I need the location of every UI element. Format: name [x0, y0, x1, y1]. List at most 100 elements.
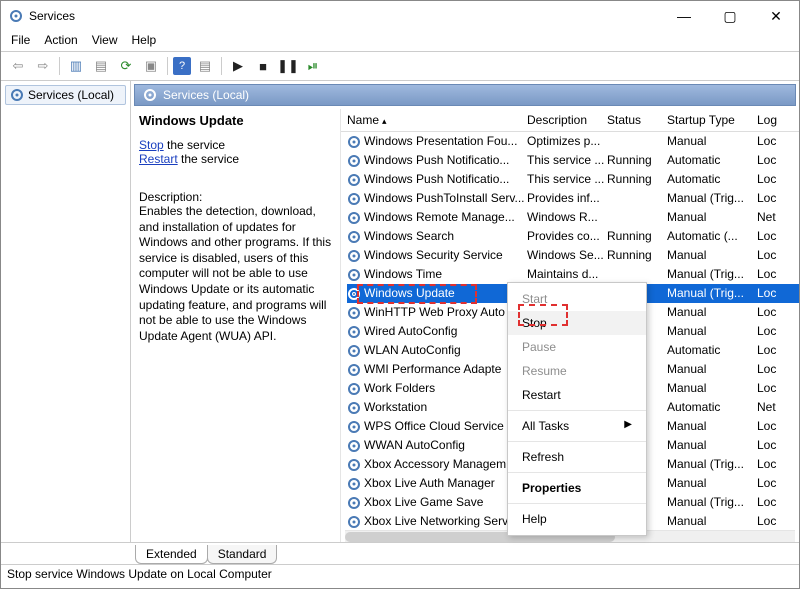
menu-start: Start [508, 287, 646, 311]
gear-icon [347, 154, 361, 168]
back-button[interactable]: ⇦ [7, 55, 29, 77]
service-row[interactable]: Windows SearchProvides co...RunningAutom… [347, 227, 799, 246]
pause-service-button[interactable]: ❚❚ [277, 55, 299, 77]
show-hide-tree-button[interactable]: ▥ [65, 55, 87, 77]
gear-icon [347, 268, 361, 282]
status-text: Stop service Windows Update on Local Com… [7, 567, 272, 581]
help-button[interactable]: ? [173, 57, 191, 75]
close-button[interactable]: ✕ [753, 1, 799, 31]
service-desc: Windows Se... [527, 246, 607, 265]
gear-icon [347, 420, 361, 434]
service-startup: Manual (Trig... [667, 189, 757, 208]
service-name: Windows Time [364, 265, 442, 284]
service-row[interactable]: Windows Push Notificatio...This service … [347, 151, 799, 170]
col-description[interactable]: Description [527, 113, 607, 127]
properties-button[interactable]: ▣ [140, 55, 162, 77]
menu-bar: File Action View Help [1, 31, 799, 52]
export-list-button[interactable]: ▤ [90, 55, 112, 77]
service-name: Windows Remote Manage... [364, 208, 515, 227]
restart-link[interactable]: Restart [139, 152, 178, 166]
service-status [607, 189, 667, 208]
service-name: Xbox Live Game Save [364, 493, 483, 512]
description-label: Description: [139, 190, 332, 204]
menu-properties[interactable]: Properties [508, 476, 646, 500]
service-startup: Automatic [667, 151, 757, 170]
tab-extended[interactable]: Extended [135, 545, 208, 564]
service-name: Workstation [364, 398, 427, 417]
menu-restart[interactable]: Restart [508, 383, 646, 407]
service-logon: Net [757, 208, 797, 227]
service-logon: Loc [757, 151, 797, 170]
minimize-button[interactable]: — [661, 1, 707, 31]
restart-suffix: the service [178, 152, 239, 166]
col-startup[interactable]: Startup Type [667, 113, 757, 127]
panel-header: Services (Local) [134, 84, 796, 106]
service-desc: Provides co... [527, 227, 607, 246]
service-startup: Manual [667, 474, 757, 493]
service-row[interactable]: Windows Security ServiceWindows Se...Run… [347, 246, 799, 265]
menu-pause: Pause [508, 335, 646, 359]
start-service-button[interactable]: ▶ [227, 55, 249, 77]
right-panel: Services (Local) Windows Update Stop the… [131, 81, 799, 542]
col-name[interactable]: Name▴ [347, 113, 527, 127]
menu-help[interactable]: Help [508, 507, 646, 531]
menu-view[interactable]: View [92, 33, 118, 47]
service-status: Running [607, 246, 667, 265]
service-logon: Loc [757, 417, 797, 436]
service-desc: Windows R... [527, 208, 607, 227]
service-name: WLAN AutoConfig [364, 341, 461, 360]
service-logon: Loc [757, 322, 797, 341]
stop-link[interactable]: Stop [139, 138, 164, 152]
tree-panel: Services (Local) [1, 81, 131, 542]
gear-icon [347, 306, 361, 320]
sort-asc-icon: ▴ [382, 116, 387, 126]
restart-service-button[interactable]: ⏯ [302, 55, 324, 77]
tab-standard[interactable]: Standard [207, 545, 278, 564]
menu-file[interactable]: File [11, 33, 30, 47]
col-logon[interactable]: Log [757, 113, 797, 127]
service-row[interactable]: Windows Presentation Fou...Optimizes p..… [347, 132, 799, 151]
stop-service-button[interactable]: ■ [252, 55, 274, 77]
window-title: Services [29, 9, 75, 23]
gear-icon [347, 477, 361, 491]
service-name: WMI Performance Adapte [364, 360, 501, 379]
panel-header-label: Services (Local) [163, 88, 249, 102]
maximize-button[interactable]: ▢ [707, 1, 753, 31]
gear-icon [10, 88, 24, 102]
title-bar: Services — ▢ ✕ [1, 1, 799, 31]
service-row[interactable]: Windows PushToInstall Serv...Provides in… [347, 189, 799, 208]
gear-icon [143, 88, 157, 102]
service-row[interactable]: Windows Remote Manage...Windows R...Manu… [347, 208, 799, 227]
service-logon: Loc [757, 246, 797, 265]
service-status: Running [607, 151, 667, 170]
service-name: Xbox Live Auth Manager [364, 474, 495, 493]
gear-icon [347, 287, 361, 301]
refresh-button[interactable]: ⟳ [115, 55, 137, 77]
service-name: WinHTTP Web Proxy Auto [364, 303, 505, 322]
forward-button[interactable]: ⇨ [32, 55, 54, 77]
service-desc: This service ... [527, 151, 607, 170]
tree-root-services-local[interactable]: Services (Local) [5, 85, 126, 105]
service-startup: Manual [667, 360, 757, 379]
service-startup: Manual [667, 512, 757, 530]
menu-help[interactable]: Help [132, 33, 157, 47]
menu-action[interactable]: Action [44, 33, 77, 47]
service-name: WPS Office Cloud Service [364, 417, 504, 436]
service-row[interactable]: Windows Push Notificatio...This service … [347, 170, 799, 189]
gear-icon [347, 439, 361, 453]
service-startup: Automatic [667, 170, 757, 189]
menu-stop[interactable]: Stop [508, 311, 646, 335]
service-logon: Loc [757, 132, 797, 151]
column-headers: Name▴ Description Status Startup Type Lo… [341, 109, 799, 132]
menu-all-tasks[interactable]: All Tasks▶ [508, 414, 646, 438]
service-startup: Manual (Trig... [667, 455, 757, 474]
service-logon: Loc [757, 512, 797, 530]
show-hide-action-pane-button[interactable]: ▤ [194, 55, 216, 77]
service-logon: Loc [757, 436, 797, 455]
gear-icon [347, 458, 361, 472]
service-logon: Loc [757, 455, 797, 474]
menu-refresh[interactable]: Refresh [508, 445, 646, 469]
gear-icon [347, 344, 361, 358]
col-status[interactable]: Status [607, 113, 667, 127]
service-logon: Loc [757, 170, 797, 189]
